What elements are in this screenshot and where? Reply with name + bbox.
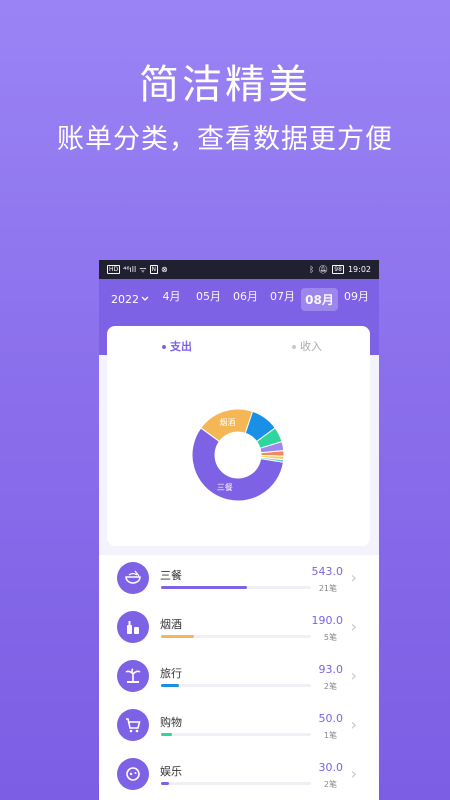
category-name: 旅行 xyxy=(160,667,182,680)
category-amount: 50.0 xyxy=(318,712,344,725)
chart-card: 支出 收入 三餐 烟酒 xyxy=(107,326,370,546)
category-row[interactable]: 三餐 543.0 21笔 › xyxy=(99,555,379,604)
signal-icon: ⁴⁶ıll xyxy=(123,265,137,274)
category-amount: 190.0 xyxy=(311,614,344,627)
category-amount: 30.0 xyxy=(318,761,344,774)
alarm-icon: ⊗ xyxy=(161,265,168,274)
wifi-icon: ᯤ xyxy=(139,265,147,274)
status-bar: HD ⁴⁶ıll ᯤ N ⊗ ᛒ 🔕︎ 98 19:02 xyxy=(99,260,379,279)
category-bar-fill xyxy=(161,586,247,589)
year-dropdown[interactable]: 2022 xyxy=(111,293,149,306)
bowl-icon xyxy=(117,562,149,594)
battery-icon: 98 xyxy=(332,265,344,274)
promo-subline: 账单分类，查看数据更方便 xyxy=(57,124,393,155)
bottle-icon xyxy=(117,611,149,643)
category-count: 5笔 xyxy=(323,633,337,642)
palm-tree-icon xyxy=(117,660,149,692)
category-count: 2笔 xyxy=(323,682,337,691)
category-count: 1笔 xyxy=(323,731,337,740)
slice-label: 三餐 xyxy=(217,483,233,492)
bluetooth-icon: ᛒ xyxy=(309,265,315,274)
category-name: 娱乐 xyxy=(160,765,182,778)
mute-icon: 🔕︎ xyxy=(318,265,329,274)
hd-icon: HD xyxy=(107,265,121,274)
month-tab[interactable]: 4月 xyxy=(153,288,190,311)
category-name: 购物 xyxy=(160,716,182,729)
category-count: 2笔 xyxy=(323,780,337,789)
phone-screen: HD ⁴⁶ıll ᯤ N ⊗ ᛒ 🔕︎ 98 19:02 2022 4月 05月 0… xyxy=(99,260,379,800)
month-tab[interactable]: 05月 xyxy=(190,288,227,311)
tab-dot xyxy=(292,345,296,349)
category-bar-fill xyxy=(161,635,194,638)
category-count: 21笔 xyxy=(318,584,337,593)
slice-label: 烟酒 xyxy=(220,418,236,427)
category-row[interactable]: 娱乐 30.0 2笔 › xyxy=(99,751,379,800)
tab-expense-label: 支出 xyxy=(170,340,192,353)
category-row[interactable]: 旅行 93.0 2笔 › xyxy=(99,653,379,702)
month-tab[interactable]: 06月 xyxy=(227,288,264,311)
clock: 19:02 xyxy=(347,265,371,274)
month-tab[interactable]: 09月 xyxy=(338,288,375,311)
tab-expense[interactable]: 支出 xyxy=(162,338,192,354)
category-name: 烟酒 xyxy=(160,618,182,631)
chevron-right-icon: › xyxy=(350,568,357,587)
category-bar xyxy=(161,733,311,736)
month-selector: 2022 4月 05月 06月 07月 08月 09月 xyxy=(99,286,379,312)
category-bar xyxy=(161,586,311,589)
category-row[interactable]: 购物 50.0 1笔 › xyxy=(99,702,379,751)
category-row[interactable]: 烟酒 190.0 5笔 › xyxy=(99,604,379,653)
category-amount: 543.0 xyxy=(311,565,344,578)
category-bar-fill xyxy=(161,733,172,736)
tab-income[interactable]: 收入 xyxy=(292,338,322,354)
tab-income-label: 收入 xyxy=(300,340,322,353)
category-bar xyxy=(161,684,311,687)
category-bar xyxy=(161,635,311,638)
category-amount: 93.0 xyxy=(318,663,344,676)
tab-dot xyxy=(162,345,166,349)
chevron-right-icon: › xyxy=(350,715,357,734)
game-icon xyxy=(117,758,149,790)
chevron-right-icon: › xyxy=(350,666,357,685)
nfc-icon: N xyxy=(149,265,159,274)
chevron-right-icon: › xyxy=(350,764,357,783)
promo-headline: 简洁精美 xyxy=(139,62,311,108)
chevron-right-icon: › xyxy=(350,617,357,636)
category-bar-fill xyxy=(161,782,169,785)
month-tab[interactable]: 07月 xyxy=(264,288,301,311)
month-tab[interactable]: 08月 xyxy=(301,287,338,311)
category-bar-fill xyxy=(161,684,179,687)
category-name: 三餐 xyxy=(160,569,182,582)
donut-chart: 三餐烟酒 xyxy=(191,408,285,502)
chevron-down-icon xyxy=(141,296,149,301)
category-bar xyxy=(161,782,311,785)
cart-icon xyxy=(117,709,149,741)
category-list: 三餐 543.0 21笔 › 烟酒 190.0 5笔 › 旅行 93.0 2笔 … xyxy=(99,555,379,800)
year-label: 2022 xyxy=(111,292,139,306)
